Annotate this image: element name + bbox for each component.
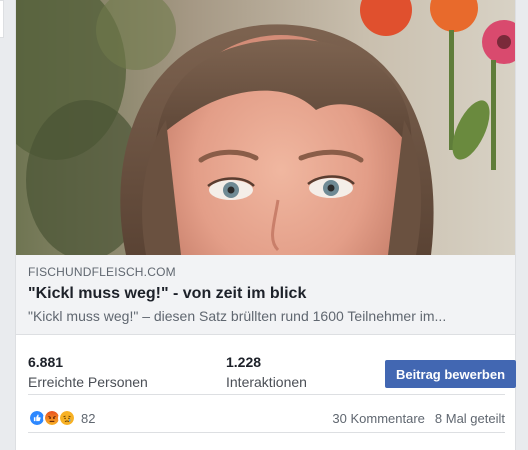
link-preview-text[interactable]: FISCHUNDFLEISCH.COM "Kickl muss weg!" - … <box>16 255 515 335</box>
link-title[interactable]: "Kickl muss weg!" - von zeit im blick <box>28 284 503 304</box>
boost-post-button[interactable]: Beitrag bewerben <box>385 360 516 388</box>
engagement-label: Interaktionen <box>226 374 307 390</box>
engagement-stat: 1.228 Interaktionen <box>226 353 307 391</box>
reach-stat: 6.881 Erreichte Personen <box>28 353 148 391</box>
engagement-meta: 30 Kommentare 8 Mal geteilt <box>332 411 505 426</box>
reach-value: 6.881 <box>28 354 64 370</box>
portrait-photo <box>16 0 515 255</box>
link-description: "Kickl muss weg!" – diesen Satz brüllten… <box>28 308 447 324</box>
reactions-summary[interactable]: 82 <box>28 409 95 427</box>
link-preview-image[interactable] <box>16 0 515 255</box>
adjacent-card-edge <box>0 0 4 38</box>
post-card: FISCHUNDFLEISCH.COM "Kickl muss weg!" - … <box>15 0 516 450</box>
link-domain: FISCHUNDFLEISCH.COM <box>28 265 176 279</box>
page-gutter <box>516 0 528 450</box>
reach-label: Erreichte Personen <box>28 374 148 390</box>
post-footer: 82 30 Kommentare 8 Mal geteilt <box>28 405 505 433</box>
shares-link[interactable]: 8 Mal geteilt <box>435 411 505 426</box>
post-insights: 6.881 Erreichte Personen 1.228 Interakti… <box>28 345 516 395</box>
sad-icon <box>58 409 76 427</box>
engagement-value: 1.228 <box>226 354 262 370</box>
comments-link[interactable]: 30 Kommentare <box>332 411 425 426</box>
reaction-count: 82 <box>81 410 96 426</box>
